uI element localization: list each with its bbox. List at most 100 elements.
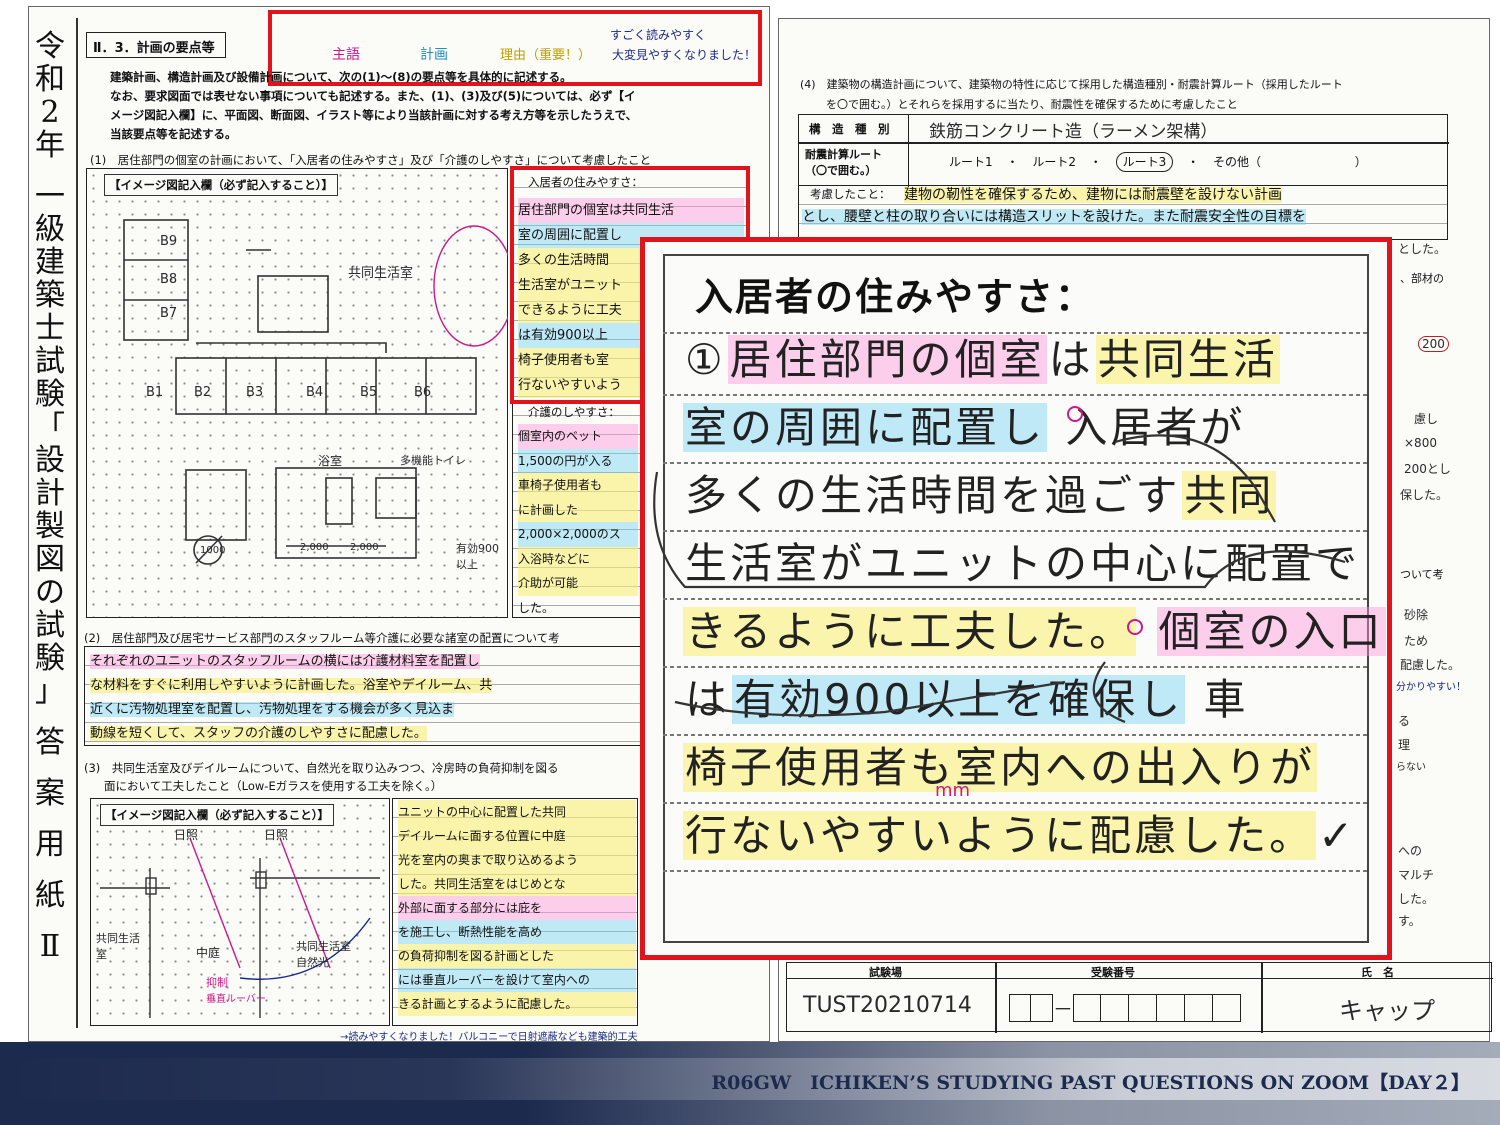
q3-sketch-note: 抑制 xyxy=(206,976,228,989)
room-label: B9 xyxy=(160,234,178,249)
question-4-line1: (4) 建築物の構造計画について、建築物の特性に応じて採用した構造種別・耐震計算… xyxy=(800,78,1343,91)
question-3-line1: (3) 共同生活室及びデイルームについて、自然光を取り込みつつ、冷房時の負荷抑制… xyxy=(84,761,559,775)
fragment: 慮し xyxy=(1414,412,1439,426)
q3-sketch-note: 共同生活室 xyxy=(296,940,351,953)
room-label: B3 xyxy=(246,385,264,400)
legend-shugo: 主語 xyxy=(332,47,360,63)
route-label: 耐震計算ルート （〇で囲む。） xyxy=(799,143,909,187)
structure-label: 構 造 種 別 xyxy=(799,115,909,143)
sketch-note: 有効900以上 xyxy=(456,542,499,571)
q3-line: きる計画とするように配慮した。 xyxy=(398,992,636,1016)
banner-title: R06GW ICHIKEN’S STUDYING PAST QUESTIONS … xyxy=(711,1072,1470,1094)
room-label: B2 xyxy=(194,385,212,400)
sketch-note: 共同生活室 xyxy=(348,266,414,281)
title-char: 計 xyxy=(35,476,65,511)
title-char: 製 xyxy=(35,509,65,544)
room-label: B8 xyxy=(160,272,178,287)
footer-header-site: 試験場 xyxy=(869,966,902,979)
q2-line: それぞれのユニットのスタッフルームの横には介護材料室を配置し xyxy=(90,654,480,669)
title-divider xyxy=(76,18,78,1028)
kaigo-line: 1,500の円が入る xyxy=(518,448,638,473)
q2-line: な材料をすぐに利用しやすいように計画した。浴室やデイルーム、共 xyxy=(90,678,493,693)
title-char: 士 xyxy=(35,311,65,346)
q3-sketch-note: 日照 xyxy=(174,828,199,842)
q3-line: デイルームに面する位置に中庭 xyxy=(398,824,636,848)
fragment: 200とし xyxy=(1404,462,1451,476)
route-label-line: （〇で囲む。） xyxy=(805,164,877,177)
fragment: 配慮した。 xyxy=(1400,658,1461,672)
legend-note-line1: すごく読みやすく xyxy=(610,28,707,42)
q3-sketch-note: 中庭 xyxy=(196,946,221,960)
title-char: 験 xyxy=(35,641,65,676)
room-label: B1 xyxy=(146,385,164,400)
title-char: 建 xyxy=(35,245,65,280)
q2-line: 動線を短くして、スタッフの介護のしやすさに配慮した。 xyxy=(90,726,427,741)
fragment: 理 xyxy=(1398,738,1411,752)
structure-table: 構 造 種 別 鉄筋コンクリート造（ラーメン架構） 耐震計算ルート （〇で囲む。… xyxy=(798,114,1449,187)
bottom-note: →読みやすくなりました！バルコニーで日射遮蔽なども建築的工夫 xyxy=(340,1032,638,1043)
fragment: 、部材の xyxy=(1400,272,1444,285)
intro-line: なお、要求図面では表せない事項についても記述する。また、(1)、(3)及び(5)… xyxy=(110,89,636,103)
question-3-line2: 面において工夫したこと（Low-Eガラスを使用する工夫を除く。） xyxy=(104,779,443,793)
room-label: B4 xyxy=(306,385,324,400)
title-char: 令 xyxy=(35,29,65,64)
fragment: した。 xyxy=(1398,892,1435,906)
title-char: 設 xyxy=(35,443,65,478)
kaigo-line: に計画した xyxy=(518,497,638,522)
intro-line: 建築計画、構造計画及び設備計画について、次の(1)～(8)の要点等を具体的に記述… xyxy=(110,70,572,84)
title-char: 級 xyxy=(35,212,65,247)
title-char: 試 xyxy=(35,608,65,643)
legend-note-line2: 大変見やすくなりました！ xyxy=(612,48,757,62)
q3-line: には垂直ルーバーを設けて室内への xyxy=(398,968,636,992)
consider-list-2: とし、腰壁と柱の取り合いには構造スリットを設けた。また耐震安全性の目標を xyxy=(802,206,1442,228)
route-option[interactable]: その他（ xyxy=(1213,155,1261,169)
q3-line: 光を室内の奥まで取り込めるよう xyxy=(398,848,636,872)
legend-riyu: 理由（重要！） xyxy=(500,48,592,63)
sketch-note: 1000 xyxy=(200,545,226,556)
kaigo-line: 車椅子使用者も xyxy=(518,473,638,498)
fragment: 砂除 xyxy=(1404,608,1429,622)
consider-label: 考慮したこと： xyxy=(810,187,891,201)
route-option[interactable]: ルート1 xyxy=(949,155,993,169)
fragment: ため xyxy=(1404,634,1429,648)
label-kaigo: 介護のしやすさ： xyxy=(528,405,620,419)
kaigo-line: 介助が可能 xyxy=(518,571,638,596)
sheet-vertical-title: 令和 2 年一級建築士試験「設計製図の試験」答案用紙 Ⅱ xyxy=(30,30,70,1020)
title-char: 験 xyxy=(35,377,65,412)
sketch-note: 2,000 xyxy=(350,542,379,553)
title-char: 案 xyxy=(35,776,65,811)
legend-keikaku: 計画 xyxy=(420,47,448,63)
q3-sketch-note: 垂直ルーバー xyxy=(206,994,266,1005)
fragment: への xyxy=(1398,844,1423,858)
room-label: B5 xyxy=(360,385,378,400)
exam-number-boxes[interactable]: － xyxy=(1009,993,1241,1022)
sketch-note: 多機能トイレ xyxy=(400,454,466,467)
structure-value: 鉄筋コンクリート造（ラーメン架構） xyxy=(929,122,1218,142)
zoom-wavy-marks xyxy=(653,406,1346,724)
q3-line: の負荷抑制を図る計画とした xyxy=(398,944,636,968)
q3-line: ユニットの中心に配置した共同 xyxy=(398,800,636,824)
section-header: Ⅱ．3．計画の要点等 xyxy=(86,32,226,58)
route-options: ルート1 ・ ルート2 ・ ルート3 ・ その他（ ） xyxy=(949,152,1367,172)
title-char: 「 xyxy=(35,410,65,445)
route-option[interactable]: ルート2 xyxy=(1032,155,1076,169)
consider-line: 建物の靭性を確保するため、建物には耐震壁を設けない計画 xyxy=(904,187,1282,203)
sketch-note: 浴室 xyxy=(318,454,343,468)
route-option-selected[interactable]: ルート3 xyxy=(1115,152,1174,172)
title-char: の xyxy=(35,575,65,610)
fragment: 分かりやすい！ xyxy=(1396,682,1466,693)
q3-line: した。共同生活室をはじめとな xyxy=(398,872,636,896)
q2-line: 近くに汚物処理室を配置し、汚物処理をする機会が多く見込ま xyxy=(90,702,455,717)
intro-line: 当該要点等を記述する。 xyxy=(110,127,237,141)
label-sumiyasusa: 入居者の住みやすさ： xyxy=(528,175,643,189)
fragment: 保した。 xyxy=(1400,488,1449,502)
title-char: 築 xyxy=(35,278,65,313)
footer-header-number: 受験番号 xyxy=(1091,966,1135,979)
fragment: 200 xyxy=(1418,336,1449,352)
intro-line: メージ図記入欄】に、平面図、断面図、イラスト等により当該計画に対する考え方等を示… xyxy=(110,108,638,122)
kaigo-line: 2,000×2,000のス xyxy=(518,522,638,547)
fragment: らない xyxy=(1396,762,1426,773)
fragment: る xyxy=(1398,714,1411,728)
title-char: 和 xyxy=(35,62,65,97)
kaigo-line: 入浴時などに xyxy=(518,546,638,571)
